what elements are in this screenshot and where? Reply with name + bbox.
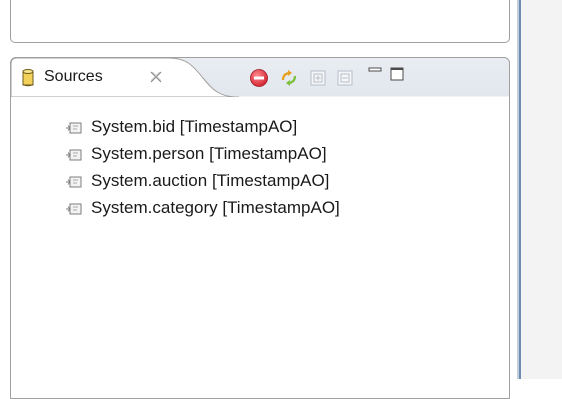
minimize-icon (368, 67, 382, 72)
database-cylinder-icon (22, 69, 34, 87)
maximize-icon (390, 67, 404, 81)
expand-all-icon (310, 70, 326, 86)
source-label: System.category [TimestampAO] (91, 198, 340, 217)
remove-source-button[interactable] (249, 68, 269, 88)
collapse-all-button[interactable] (335, 68, 355, 88)
reload-sources-button[interactable] (279, 68, 299, 88)
expand-all-button[interactable] (308, 68, 328, 88)
maximize-view-button[interactable] (387, 64, 407, 84)
source-node-icon (65, 146, 83, 164)
tab-title: Sources (44, 68, 103, 85)
list-item[interactable]: System.category [TimestampAO] (11, 197, 481, 221)
source-label: System.person [TimestampAO] (91, 144, 327, 163)
source-label: System.bid [TimestampAO] (91, 117, 298, 136)
list-item[interactable]: System.bid [TimestampAO] (11, 116, 481, 140)
source-node-icon (65, 200, 83, 218)
tab-sources[interactable]: Sources (11, 58, 241, 97)
close-icon[interactable] (149, 70, 163, 84)
list-item[interactable]: System.person [TimestampAO] (11, 143, 481, 167)
source-label: System.auction [TimestampAO] (91, 171, 330, 190)
list-item[interactable]: System.auction [TimestampAO] (11, 170, 481, 194)
source-node-icon (65, 119, 83, 137)
sources-view: Sources System.bid [TimestampAO] System.… (10, 57, 510, 399)
source-node-icon (65, 173, 83, 191)
upper-view-panel (10, 0, 510, 43)
refresh-arrows-icon (281, 70, 297, 86)
view-toolbar: Sources (11, 58, 509, 97)
red-minus-circle-icon (250, 69, 268, 87)
collapse-all-icon (337, 70, 353, 86)
minimize-view-button[interactable] (365, 64, 385, 84)
view-sash[interactable] (519, 0, 521, 379)
adjacent-view-area (521, 0, 562, 379)
